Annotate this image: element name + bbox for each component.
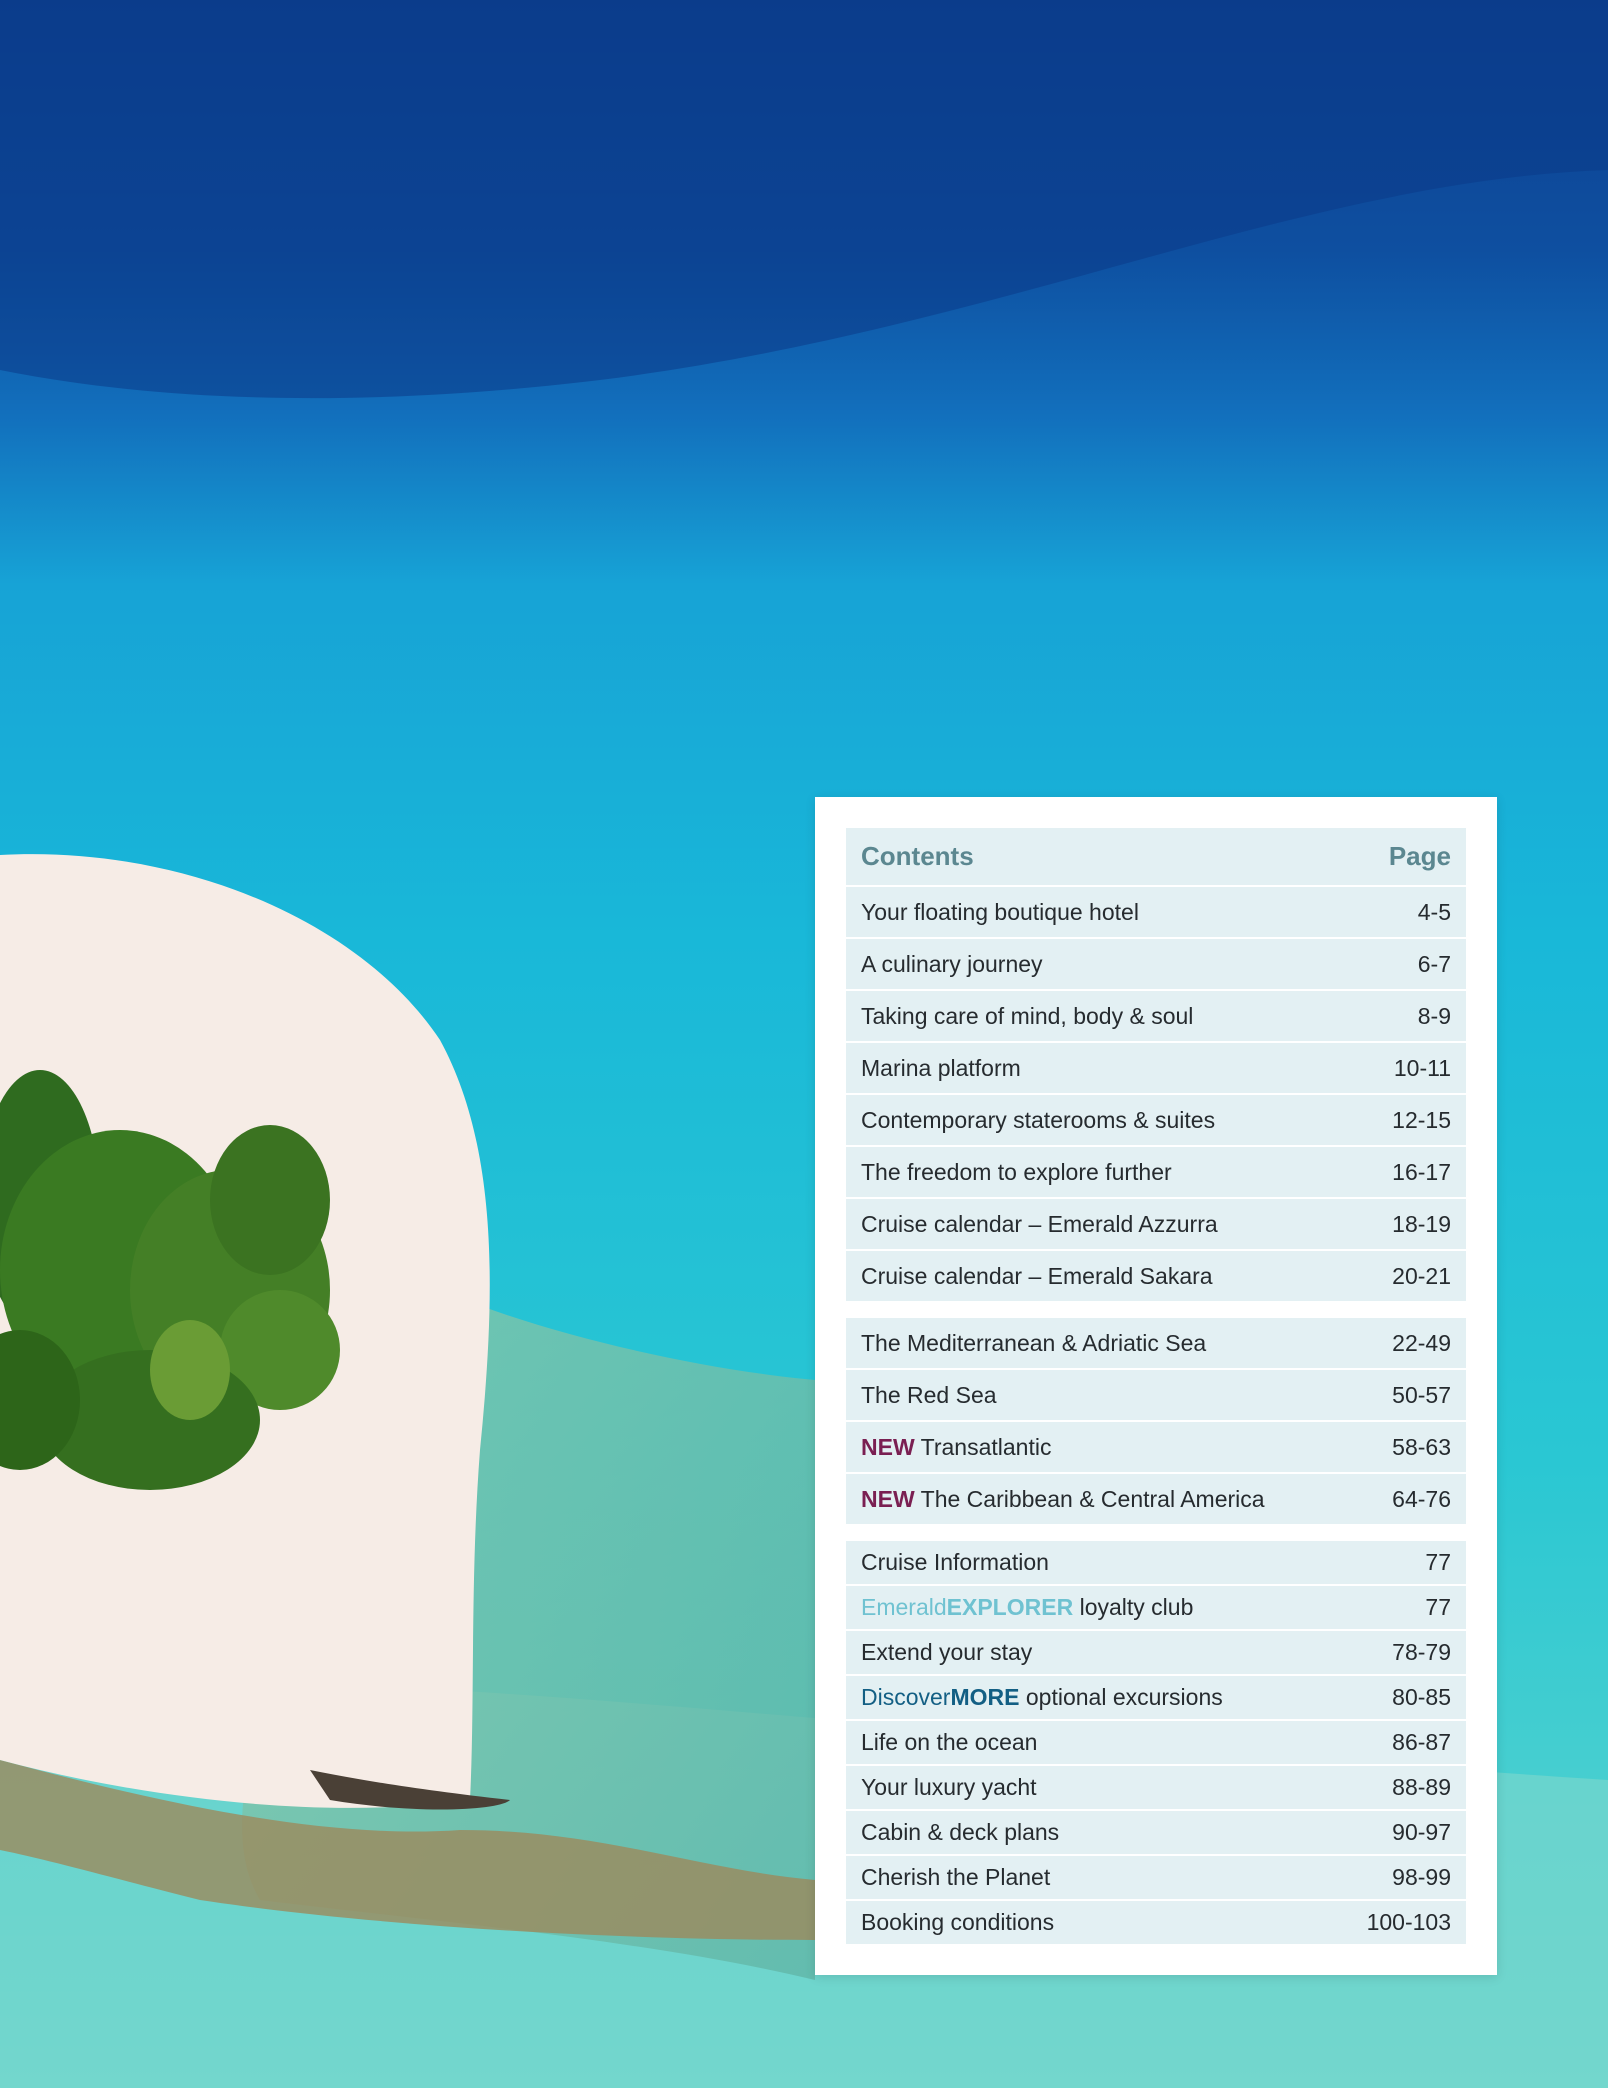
toc-title: loyalty club xyxy=(1079,1594,1194,1620)
section-divider xyxy=(846,1526,1466,1541)
toc-page: 10-11 xyxy=(1393,1054,1451,1081)
toc-page: 4-5 xyxy=(1417,898,1451,925)
toc-row[interactable]: Booking conditions 100-103 xyxy=(846,1901,1466,1946)
toc-page: 64-76 xyxy=(1392,1485,1451,1512)
toc-page: 58-63 xyxy=(1392,1433,1451,1460)
toc-row[interactable]: Marina platform 10-11 xyxy=(846,1043,1466,1095)
section-divider xyxy=(846,1303,1466,1318)
toc-page: 86-87 xyxy=(1392,1729,1451,1755)
toc-page: 100-103 xyxy=(1366,1909,1451,1935)
toc-title: The Caribbean & Central America xyxy=(920,1485,1265,1512)
toc-page: 18-19 xyxy=(1392,1210,1451,1237)
toc-title: Cruise Information xyxy=(861,1549,1049,1575)
toc-row[interactable]: Cruise calendar – Emerald Azzurra 18-19 xyxy=(846,1199,1466,1251)
toc-page: 90-97 xyxy=(1392,1819,1451,1845)
toc-title-group: DiscoverMORE optional excursions xyxy=(861,1684,1223,1711)
toc-title-group: NEW Transatlantic xyxy=(861,1434,1051,1461)
toc-title: Your floating boutique hotel xyxy=(861,898,1139,925)
toc-title: optional excursions xyxy=(1025,1684,1223,1710)
toc-row[interactable]: Your luxury yacht 88-89 xyxy=(846,1766,1466,1811)
toc-title: Taking care of mind, body & soul xyxy=(861,1002,1194,1029)
new-badge: NEW xyxy=(861,1485,915,1512)
toc-title: The Mediterranean & Adriatic Sea xyxy=(861,1329,1207,1356)
toc-title: The freedom to explore further xyxy=(861,1158,1172,1185)
toc-row[interactable]: The Mediterranean & Adriatic Sea 22-49 xyxy=(846,1318,1466,1370)
toc-page: 98-99 xyxy=(1392,1864,1451,1890)
brand-discover: Discover xyxy=(861,1684,951,1710)
toc-title: Transatlantic xyxy=(920,1433,1052,1460)
toc-row[interactable]: DiscoverMORE optional excursions 80-85 xyxy=(846,1676,1466,1721)
toc-page: 50-57 xyxy=(1392,1381,1451,1408)
toc-title: Extend your stay xyxy=(861,1639,1033,1665)
toc-row[interactable]: Extend your stay 78-79 xyxy=(846,1631,1466,1676)
toc-row[interactable]: Taking care of mind, body & soul 8-9 xyxy=(846,991,1466,1043)
toc-title: The Red Sea xyxy=(861,1381,997,1408)
toc-page: 22-49 xyxy=(1392,1329,1451,1356)
toc-title: Cabin & deck plans xyxy=(861,1819,1060,1845)
toc-page: 80-85 xyxy=(1392,1684,1451,1710)
brand-explorer: EXPLORER xyxy=(946,1594,1074,1620)
toc-row[interactable]: Cruise Information 77 xyxy=(846,1541,1466,1586)
contents-title: Contents xyxy=(861,841,974,871)
contents-card: Contents Page Your floating boutique hot… xyxy=(815,797,1497,1975)
toc-title-group: EmeraldEXPLORER loyalty club xyxy=(861,1594,1193,1621)
toc-row[interactable]: Contemporary staterooms & suites 12-15 xyxy=(846,1095,1466,1147)
toc-title: Life on the ocean xyxy=(861,1729,1038,1755)
toc-title: Contemporary staterooms & suites xyxy=(861,1106,1216,1133)
toc-row[interactable]: NEW The Caribbean & Central America 64-7… xyxy=(846,1474,1466,1526)
toc-row[interactable]: Life on the ocean 86-87 xyxy=(846,1721,1466,1766)
toc-page: 88-89 xyxy=(1392,1774,1451,1800)
toc-row[interactable]: Cruise calendar – Emerald Sakara 20-21 xyxy=(846,1251,1466,1303)
contents-table: Contents Page Your floating boutique hot… xyxy=(846,828,1466,1946)
toc-row[interactable]: EmeraldEXPLORER loyalty club 77 xyxy=(846,1586,1466,1631)
toc-page: 16-17 xyxy=(1392,1158,1451,1185)
toc-row[interactable]: Cherish the Planet 98-99 xyxy=(846,1856,1466,1901)
toc-row[interactable]: A culinary journey 6-7 xyxy=(846,939,1466,991)
toc-page: 77 xyxy=(1425,1549,1451,1575)
brand-emerald: Emerald xyxy=(861,1594,947,1620)
toc-row[interactable]: The Red Sea 50-57 xyxy=(846,1370,1466,1422)
toc-page: 12-15 xyxy=(1392,1106,1451,1133)
toc-title: Your luxury yacht xyxy=(861,1774,1037,1800)
toc-title: Cruise calendar – Emerald Sakara xyxy=(861,1262,1213,1289)
toc-page: 78-79 xyxy=(1392,1639,1451,1665)
toc-page: 6-7 xyxy=(1417,950,1451,977)
toc-title: Booking conditions xyxy=(861,1909,1055,1935)
toc-title: Cherish the Planet xyxy=(861,1864,1051,1890)
toc-row[interactable]: Cabin & deck plans 90-97 xyxy=(846,1811,1466,1856)
contents-header-row: Contents Page xyxy=(846,828,1466,887)
brand-more: MORE xyxy=(950,1684,1020,1710)
page-column-header: Page xyxy=(1388,841,1451,871)
toc-title: Marina platform xyxy=(861,1054,1021,1081)
toc-page: 77 xyxy=(1425,1594,1451,1620)
toc-page: 20-21 xyxy=(1392,1262,1451,1289)
new-badge: NEW xyxy=(861,1433,915,1460)
toc-row[interactable]: NEW Transatlantic 58-63 xyxy=(846,1422,1466,1474)
toc-row[interactable]: The freedom to explore further 16-17 xyxy=(846,1147,1466,1199)
toc-page: 8-9 xyxy=(1417,1002,1451,1029)
toc-title: Cruise calendar – Emerald Azzurra xyxy=(861,1210,1218,1237)
toc-row[interactable]: Your floating boutique hotel 4-5 xyxy=(846,887,1466,939)
toc-title-group: NEW The Caribbean & Central America xyxy=(861,1486,1265,1513)
toc-title: A culinary journey xyxy=(861,950,1043,977)
